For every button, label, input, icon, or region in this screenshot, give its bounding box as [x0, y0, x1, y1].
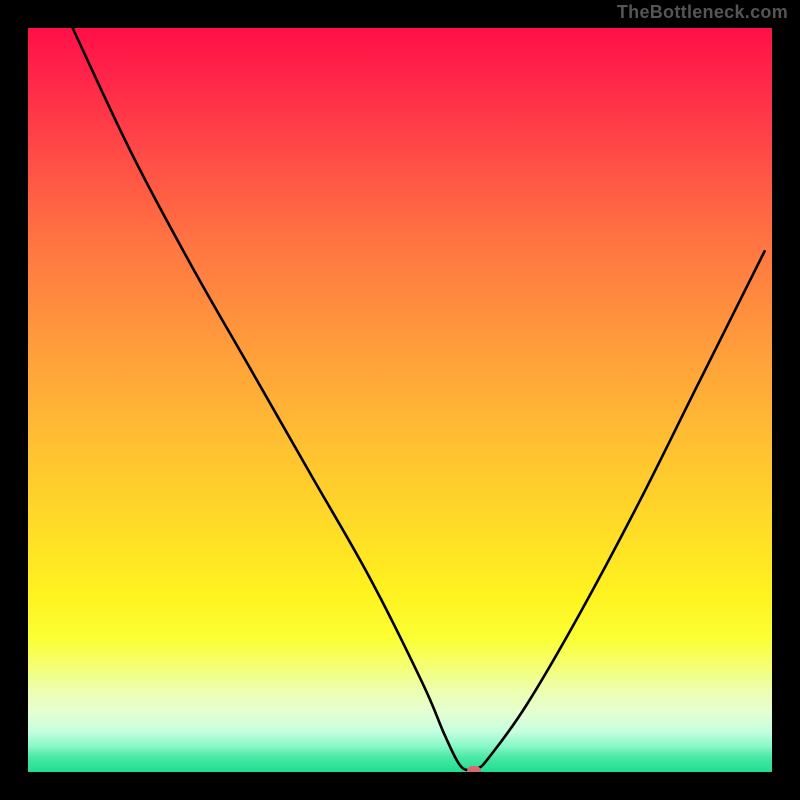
plot-area — [28, 28, 772, 772]
chart-frame: TheBottleneck.com — [0, 0, 800, 800]
attribution-label: TheBottleneck.com — [617, 2, 788, 23]
bottleneck-curve — [28, 28, 772, 772]
optimum-marker-icon — [467, 766, 481, 773]
